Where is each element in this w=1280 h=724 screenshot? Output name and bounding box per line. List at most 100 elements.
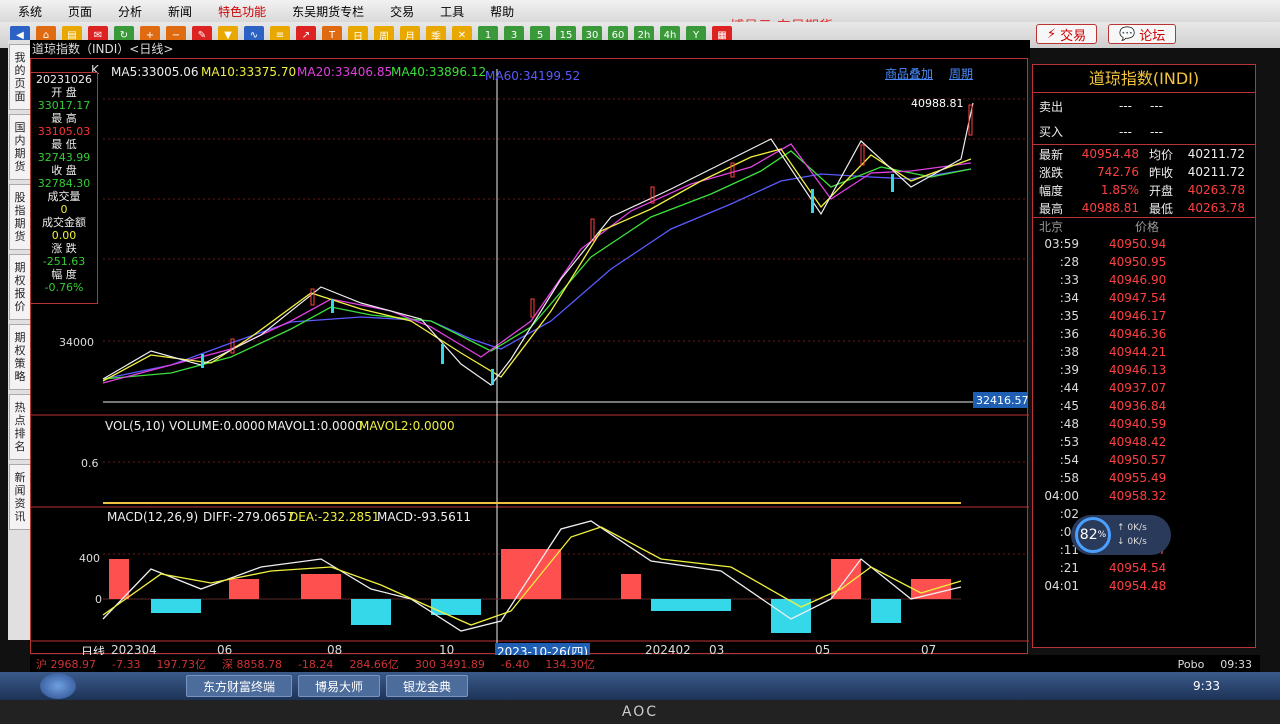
- quote-stat-row: 最新 40954.48 均价 40211.72: [1033, 145, 1255, 163]
- tick-time: :44: [1059, 381, 1079, 395]
- task-label: 银龙金典: [403, 679, 452, 694]
- buy-row: 买入 --- ---: [1033, 119, 1255, 145]
- net-download: ↓ 0K/s: [1117, 537, 1147, 547]
- info-value: 0.00: [51, 229, 77, 242]
- menu-trade[interactable]: 交易: [390, 3, 414, 20]
- net-percent-ring: 82%: [1075, 517, 1111, 553]
- stat-label: 最高: [1039, 201, 1064, 216]
- price-y-tick: 34000: [59, 336, 94, 349]
- network-widget: 82% ↑ 0K/s ↓ 0K/s: [1071, 515, 1171, 555]
- windows-taskbar: 东方财富终端 博易大师 银龙金典 9:33: [0, 672, 1280, 700]
- ma20-legend: MA20:33406.85: [297, 65, 393, 79]
- menu-system[interactable]: 系统: [18, 3, 42, 20]
- buy-label: 买入: [1039, 125, 1064, 139]
- info-value: 32743.99: [37, 151, 91, 164]
- overlay-link[interactable]: 商品叠加: [885, 65, 933, 82]
- info-label: 最 高: [51, 112, 77, 125]
- task-yinlong[interactable]: 银龙金典: [386, 675, 469, 697]
- tick-time: :21: [1059, 561, 1079, 575]
- side-tab-option-strategy[interactable]: 期权策略: [9, 324, 31, 390]
- menu-column[interactable]: 东吴期货专栏: [292, 3, 364, 20]
- task-label: 东方财富终端: [203, 679, 276, 694]
- stat-label: 昨收: [1149, 165, 1174, 180]
- stat-label: 均价: [1149, 147, 1174, 162]
- forum-button[interactable]: 💬 论坛: [1108, 24, 1177, 44]
- tick-row: :44 40937.07: [1033, 379, 1255, 397]
- stat-label: 最新: [1039, 147, 1064, 162]
- tick-time: :54: [1059, 453, 1079, 467]
- menu-tools[interactable]: 工具: [440, 3, 464, 20]
- kline-chart-area[interactable]: 32416.57 40988.81 34000 0.6 400 0 K MA5:…: [30, 58, 1029, 660]
- tick-row: :33 40946.90: [1033, 271, 1255, 289]
- monitor-brand: AOC: [0, 700, 1280, 724]
- trade-button[interactable]: ⚡ 交易: [1036, 24, 1098, 44]
- tick-row: :35 40946.17: [1033, 307, 1255, 325]
- tick-time: :36: [1059, 327, 1079, 341]
- index-status-bar: 沪 2968.97 -7.33 197.73亿 深 8858.78 -18.24…: [30, 655, 1260, 673]
- tick-time: :53: [1059, 435, 1079, 449]
- tick-header-city: 北京: [1039, 220, 1064, 234]
- macd-value-legend: MACD:-93.5611: [377, 510, 471, 524]
- net-download-value: 0K/s: [1127, 537, 1147, 547]
- chart-title: 道琼指数（INDI）<日线>: [30, 40, 1030, 58]
- ma40-legend: MA40:33896.12: [391, 65, 487, 79]
- sell-volume: ---: [1150, 99, 1164, 113]
- tick-time: :38: [1059, 345, 1079, 359]
- macd-legend: MACD(12,26,9): [107, 510, 199, 524]
- side-tab-news[interactable]: 新闻资讯: [9, 464, 31, 530]
- tick-price: 40954.54: [1109, 561, 1167, 575]
- info-label: 成交量: [47, 190, 81, 203]
- tick-row: :48 40940.59: [1033, 415, 1255, 433]
- period-link[interactable]: 周期: [949, 65, 973, 82]
- menu-features[interactable]: 特色功能: [218, 3, 266, 20]
- side-tab-option-quotes[interactable]: 期权报价: [9, 254, 31, 320]
- side-tab-index-futures[interactable]: 股指期货: [9, 184, 31, 250]
- quote-stats: 最新 40954.48 均价 40211.72 涨跌 742.76 昨收 40211.72 幅度…: [1033, 145, 1255, 217]
- tick-row: :58 40955.49: [1033, 469, 1255, 487]
- info-label: 开 盘: [51, 86, 77, 99]
- quote-stat-row: 最高 40988.81 最低 40263.78: [1033, 199, 1255, 217]
- kline-chart-svg[interactable]: 32416.57 40988.81 34000 0.6 400 0: [31, 59, 1029, 655]
- macd-y-tick-400: 400: [79, 552, 100, 565]
- pobo-logo: Pobo: [1177, 657, 1205, 671]
- tick-time: :35: [1059, 309, 1079, 323]
- net-percent: 82: [1079, 527, 1098, 543]
- quote-panel: 道琼指数(INDI) 卖出 --- --- 买入 --- --- 最新 40954…: [1032, 64, 1256, 648]
- info-value: -0.76%: [44, 281, 84, 294]
- volume-legend: VOL(5,10) VOLUME:0.0000: [105, 419, 266, 433]
- tick-row: 04:01 40954.48: [1033, 577, 1255, 595]
- menu-analysis[interactable]: 分析: [118, 3, 142, 20]
- menu-news[interactable]: 新闻: [168, 3, 192, 20]
- side-tab-my-page[interactable]: 我的页面: [9, 44, 31, 110]
- tick-row: :38 40944.21: [1033, 343, 1255, 361]
- stat-value: 40988.81: [1081, 201, 1140, 215]
- start-button-icon[interactable]: [40, 673, 76, 699]
- tick-row: :39 40946.13: [1033, 361, 1255, 379]
- status-clock: 09:33: [1220, 657, 1252, 671]
- trade-button-label: 交易: [1060, 28, 1087, 44]
- status-item: 197.73亿: [156, 658, 206, 671]
- tick-price: 40946.13: [1109, 363, 1167, 377]
- stat-label: 幅度: [1039, 183, 1064, 198]
- status-item: 134.30亿: [545, 658, 595, 671]
- menu-page[interactable]: 页面: [68, 3, 92, 20]
- side-tab-domestic-futures[interactable]: 国内期货: [9, 114, 31, 180]
- task-boyi[interactable]: 博易大师: [298, 675, 381, 697]
- tick-time: 04:00: [1044, 489, 1079, 503]
- task-eastmoney[interactable]: 东方财富终端: [186, 675, 293, 697]
- macd-y-tick-0: 0: [95, 593, 102, 606]
- tick-row: 03:59 40950.94: [1033, 235, 1255, 253]
- taskbar-clock: 9:33: [1193, 679, 1220, 693]
- tick-row: :34 40947.54: [1033, 289, 1255, 307]
- menu-help[interactable]: 帮助: [490, 3, 514, 20]
- info-value: 0: [60, 203, 68, 216]
- side-tab-hot-rank[interactable]: 热点排名: [9, 394, 31, 460]
- stat-value: 40263.78: [1187, 201, 1246, 215]
- tick-price: 40940.59: [1109, 417, 1167, 431]
- tick-time: :48: [1059, 417, 1079, 431]
- tick-row: 04:00 40958.32: [1033, 487, 1255, 505]
- stat-label: 涨跌: [1039, 165, 1064, 180]
- info-label: 成交金额: [42, 216, 86, 229]
- tick-price: 40950.95: [1109, 255, 1167, 269]
- ma5-legend: MA5:33005.06: [111, 65, 199, 79]
